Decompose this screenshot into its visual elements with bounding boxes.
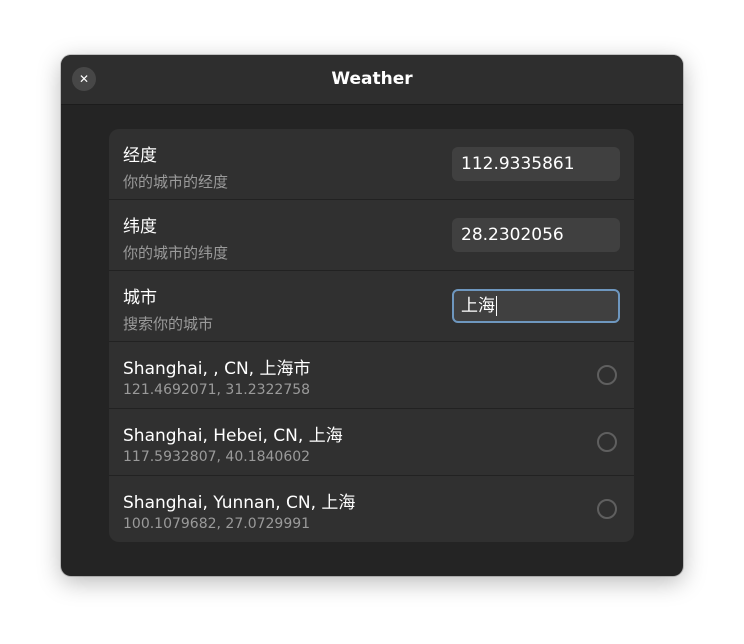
city-row: 城市 搜索你的城市 上海 (109, 271, 634, 342)
city-result-name: Shanghai, Yunnan, CN, 上海 (123, 493, 356, 513)
longitude-row: 经度 你的城市的经度 112.9335861 (109, 129, 634, 200)
latitude-title: 纬度 (123, 217, 157, 237)
city-search-text: 上海 (461, 296, 495, 316)
latitude-row: 纬度 你的城市的纬度 28.2302056 (109, 200, 634, 271)
settings-list: 经度 你的城市的经度 112.9335861 纬度 你的城市的纬度 28.230… (109, 129, 634, 542)
city-subtitle: 搜索你的城市 (123, 315, 214, 333)
weather-preferences-window: ✕ Weather 经度 你的城市的经度 112.9335861 纬度 你的城市… (61, 55, 683, 576)
latitude-input[interactable]: 28.2302056 (452, 218, 620, 252)
longitude-title: 经度 (123, 146, 157, 166)
window-title: Weather (331, 69, 413, 89)
city-result-row[interactable]: Shanghai, Hebei, CN, 上海 117.5932807, 40.… (109, 409, 634, 476)
city-search-input[interactable]: 上海 (452, 289, 620, 323)
radio-icon[interactable] (597, 432, 617, 452)
text-caret (496, 296, 497, 316)
city-result-name: Shanghai, , CN, 上海市 (123, 359, 311, 379)
longitude-input[interactable]: 112.9335861 (452, 147, 620, 181)
radio-icon[interactable] (597, 499, 617, 519)
city-result-row[interactable]: Shanghai, , CN, 上海市 121.4692071, 31.2322… (109, 342, 634, 409)
city-result-coordinates: 117.5932807, 40.1840602 (123, 449, 311, 465)
radio-icon[interactable] (597, 365, 617, 385)
city-title: 城市 (123, 288, 157, 308)
city-result-coordinates: 100.1079682, 27.0729991 (123, 516, 311, 532)
longitude-subtitle: 你的城市的经度 (123, 173, 229, 191)
headerbar: ✕ Weather (61, 55, 683, 105)
city-result-row[interactable]: Shanghai, Yunnan, CN, 上海 100.1079682, 27… (109, 476, 634, 542)
latitude-subtitle: 你的城市的纬度 (123, 244, 229, 262)
city-result-name: Shanghai, Hebei, CN, 上海 (123, 426, 343, 446)
city-result-coordinates: 121.4692071, 31.2322758 (123, 382, 311, 398)
